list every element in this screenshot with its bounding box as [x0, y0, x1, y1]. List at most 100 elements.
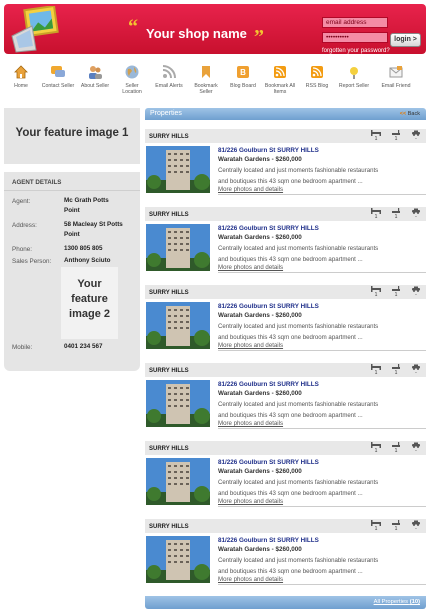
- more-photos-link[interactable]: More photos and details: [218, 498, 283, 505]
- bedrooms: 1: [367, 207, 385, 221]
- left-column: Your feature image 1 AGENT DETAILS Agent…: [4, 108, 140, 371]
- bedrooms: 1: [367, 441, 385, 455]
- bathrooms: 1: [387, 441, 405, 455]
- properties-title: Properties: [150, 110, 182, 117]
- car-spaces: -: [407, 285, 425, 299]
- login-button[interactable]: login >: [390, 33, 421, 47]
- nav-bar: Home Contact Seller About Seller Seller …: [4, 64, 426, 104]
- password-field[interactable]: ••••••••••: [322, 32, 388, 43]
- divider: [218, 584, 426, 585]
- agent-details-heading: AGENT DETAILS: [12, 179, 62, 186]
- nav-item-contact-seller[interactable]: Contact Seller: [41, 64, 75, 89]
- more-photos-link[interactable]: More photos and details: [218, 420, 283, 427]
- property-suburb: SURRY HILLS: [149, 368, 189, 374]
- rss-feed-icon: [274, 66, 286, 78]
- property-card: SURRY HILLS 1 1-81/226 Goulburn St SURRY H…: [145, 363, 426, 433]
- nav-item-bookmark-all[interactable]: Bookmark All Items: [263, 64, 297, 95]
- nav-item-email-friend[interactable]: Email Friend: [379, 64, 413, 89]
- property-title-link[interactable]: 81/226 Goulburn St SURRY HILLS: [218, 147, 319, 154]
- property-price: Waratah Gardens - $260,000: [218, 546, 302, 553]
- property-price: Waratah Gardens - $260,000: [218, 234, 302, 241]
- property-price: Waratah Gardens - $260,000: [218, 156, 302, 163]
- feature-image-2-label: Your feature image 2: [69, 278, 110, 320]
- mobile-label: Mobile:: [12, 344, 33, 351]
- agent-details-panel: AGENT DETAILS Agent: Mc Grath Potts Poin…: [4, 172, 140, 371]
- property-title-link[interactable]: 81/226 Goulburn St SURRY HILLS: [218, 537, 319, 544]
- svg-text:B: B: [240, 68, 246, 77]
- properties-footer: All Properties (10): [145, 596, 426, 609]
- property-title-link[interactable]: 81/226 Goulburn St SURRY HILLS: [218, 303, 319, 310]
- people-icon: [89, 66, 102, 79]
- property-title-link[interactable]: 81/226 Goulburn St SURRY HILLS: [218, 459, 319, 466]
- property-suburb: SURRY HILLS: [149, 212, 189, 218]
- close-quote: ”: [254, 26, 264, 48]
- bedrooms: 1: [367, 129, 385, 143]
- nav-item-home[interactable]: Home: [4, 64, 38, 89]
- property-photo[interactable]: [146, 302, 210, 349]
- bathrooms: 1: [387, 207, 405, 221]
- car-spaces: -: [407, 519, 425, 533]
- property-photo[interactable]: [146, 146, 210, 193]
- car-spaces: -: [407, 207, 425, 221]
- email-field[interactable]: email address: [322, 17, 388, 28]
- bedrooms: 1: [367, 363, 385, 377]
- more-photos-link[interactable]: More photos and details: [218, 576, 283, 583]
- property-photo[interactable]: [146, 380, 210, 427]
- properties-header: Properties << Back: [145, 108, 426, 120]
- property-suburb: SURRY HILLS: [149, 446, 189, 452]
- property-price: Waratah Gardens - $260,000: [218, 390, 302, 397]
- globe-icon: [125, 65, 139, 79]
- property-card: SURRY HILLS 1 1-81/226 Goulburn St SURRY H…: [145, 519, 426, 589]
- all-properties-link[interactable]: All Properties (10): [374, 599, 420, 605]
- nav-item-seller-location[interactable]: Seller Location: [115, 64, 149, 95]
- property-card-header: SURRY HILLS 1 1-: [145, 441, 426, 455]
- property-card-header: SURRY HILLS 1 1-: [145, 519, 426, 533]
- property-card-header: SURRY HILLS 1 1-: [145, 285, 426, 299]
- property-photo[interactable]: [146, 458, 210, 505]
- blog-icon: B: [237, 66, 249, 78]
- property-photo[interactable]: [146, 536, 210, 583]
- property-description: Centrally located and just moments fashi…: [218, 479, 379, 497]
- bedrooms: 1: [367, 519, 385, 533]
- nav-item-blog-board[interactable]: B Blog Board: [226, 64, 260, 89]
- shop-name: Your shop name: [146, 26, 247, 41]
- divider: [4, 190, 140, 191]
- picture-frame-logo-icon: [11, 6, 59, 53]
- property-card: SURRY HILLS 1 1-81/226 Goulburn St SURRY H…: [145, 441, 426, 511]
- property-card-header: SURRY HILLS 1 1-: [145, 363, 426, 377]
- more-photos-link[interactable]: More photos and details: [218, 186, 283, 193]
- back-link[interactable]: << Back: [400, 111, 420, 117]
- car-spaces: -: [407, 363, 425, 377]
- salesperson-value: Anthony Sciuto: [64, 257, 111, 264]
- property-suburb: SURRY HILLS: [149, 290, 189, 296]
- email-icon: [389, 66, 403, 78]
- more-photos-link[interactable]: More photos and details: [218, 342, 283, 349]
- back-arrow-icon: <<: [399, 111, 407, 117]
- divider: [218, 272, 426, 273]
- property-suburb: SURRY HILLS: [149, 524, 189, 530]
- property-title-link[interactable]: 81/226 Goulburn St SURRY HILLS: [218, 381, 319, 388]
- rss-icon: [162, 65, 176, 79]
- nav-item-report-seller[interactable]: Report Seller: [337, 64, 371, 89]
- report-icon: [350, 67, 358, 79]
- phone-value: 1300 805 805: [64, 245, 103, 252]
- nav-item-email-alerts[interactable]: Email Alerts: [152, 64, 186, 89]
- property-photo[interactable]: [146, 224, 210, 271]
- phone-label: Phone:: [12, 246, 32, 253]
- more-photos-link[interactable]: More photos and details: [218, 264, 283, 271]
- mobile-value: 0401 234 567: [64, 343, 103, 350]
- nav-item-bookmark-seller[interactable]: Bookmark Seller: [189, 64, 223, 95]
- forgot-password-link[interactable]: forgotten your password?: [322, 48, 390, 54]
- address-label: Address:: [12, 222, 37, 229]
- property-title-link[interactable]: 81/226 Goulburn St SURRY HILLS: [218, 225, 319, 232]
- property-card-header: SURRY HILLS 1 1-: [145, 207, 426, 221]
- nav-item-about-seller[interactable]: About Seller: [78, 64, 112, 89]
- car-spaces: -: [407, 129, 425, 143]
- bedrooms: 1: [367, 285, 385, 299]
- nav-item-rss-blog[interactable]: RSS Blog: [300, 64, 334, 89]
- property-description: Centrally located and just moments fashi…: [218, 557, 379, 575]
- chat-icon: [51, 66, 65, 77]
- feature-image-1: Your feature image 1: [4, 108, 140, 164]
- bathrooms: 1: [387, 129, 405, 143]
- bathrooms: 1: [387, 363, 405, 377]
